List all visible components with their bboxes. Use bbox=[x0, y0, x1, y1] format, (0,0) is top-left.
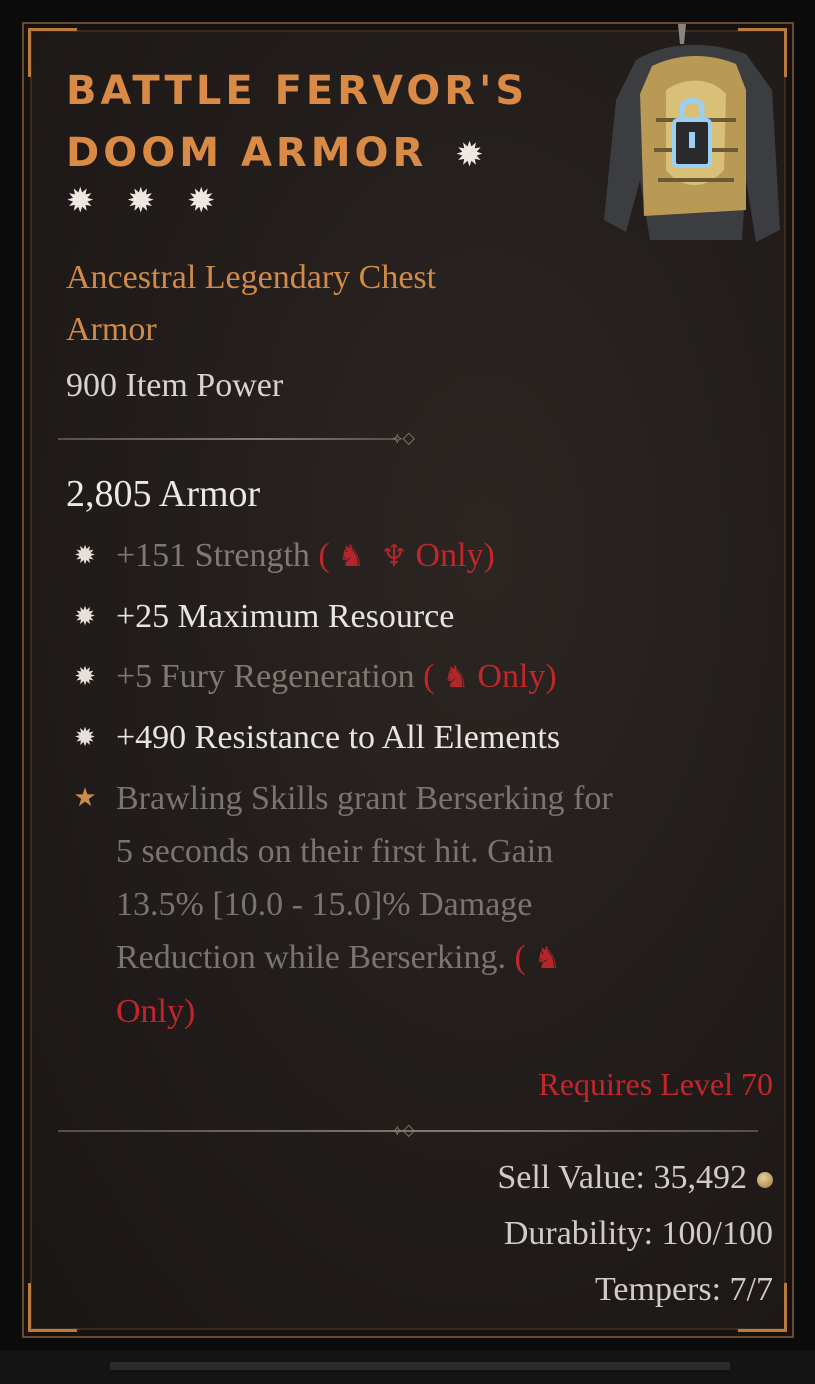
chest-armor-icon bbox=[604, 24, 780, 242]
corner-ornament-bottom-left bbox=[28, 1283, 77, 1332]
divider bbox=[58, 438, 398, 440]
greater-affix-star-icon: ✹ bbox=[455, 135, 488, 175]
item-power: 900 Item Power bbox=[66, 367, 284, 404]
star-icon: ✹ bbox=[126, 183, 156, 220]
druid-claw-icon: ♆ bbox=[380, 539, 408, 574]
item-type: Ancestral Legendary Chest Armor bbox=[66, 252, 586, 356]
item-type-line2: Armor bbox=[66, 311, 157, 348]
barbarian-helm-icon: ♞ bbox=[337, 539, 365, 574]
affix-bullet-icon: ✹ bbox=[74, 602, 96, 632]
item-name-line2: DOOM ARMOR bbox=[66, 130, 428, 176]
legendary-star-icon: ★ bbox=[73, 783, 97, 813]
level-requirement: Requires Level 70 bbox=[538, 1066, 773, 1102]
barbarian-helm-icon: ♞ bbox=[533, 941, 561, 976]
item-name: BATTLE FERVOR'S DOOM ARMOR ✹ bbox=[66, 60, 586, 186]
affix-bullet-icon: ✹ bbox=[74, 541, 96, 571]
star-icon: ✹ bbox=[66, 183, 95, 220]
barbarian-helm-icon: ♞ bbox=[442, 660, 470, 695]
divider-ornament: ⟡◇ bbox=[392, 1120, 415, 1139]
tempers: Tempers: 7/7 bbox=[595, 1271, 773, 1308]
durability: Durability: 100/100 bbox=[503, 1215, 773, 1252]
item-type-line1: Ancestral Legendary Chest bbox=[66, 259, 437, 296]
item-footer: Sell Value: 35,492 Durability: 100/100 T… bbox=[497, 1150, 773, 1318]
bottom-line bbox=[110, 1362, 730, 1370]
affix-fury-regeneration: ✹ +5 Fury Regeneration (♞ Only) bbox=[70, 651, 750, 704]
item-name-line1: BATTLE FERVOR'S bbox=[66, 68, 529, 114]
affix-strength: ✹ +151 Strength (♞ ♆ Only) bbox=[70, 530, 750, 583]
star-icon: ✹ bbox=[187, 183, 216, 220]
affix-resistance-all-elements: ✹ +490 Resistance to All Elements bbox=[70, 712, 750, 764]
legendary-aspect: ★ Brawling Skills grant Berserking for 5… bbox=[70, 772, 750, 1038]
sell-value: Sell Value: 35,492 bbox=[497, 1150, 773, 1206]
divider-ornament: ⟡◇ bbox=[392, 428, 415, 447]
affix-maximum-resource: ✹ +25 Maximum Resource bbox=[70, 591, 750, 643]
armor-value: 2,805 Armor bbox=[66, 473, 261, 515]
affix-bullet-icon: ✹ bbox=[74, 662, 96, 692]
gold-coin-icon bbox=[757, 1172, 773, 1189]
rarity-stars: ✹ ✹ ✹ bbox=[66, 182, 216, 222]
affix-bullet-icon: ✹ bbox=[74, 723, 96, 753]
affix-list: ✹ +151 Strength (♞ ♆ Only) ✹ +25 Maximum R… bbox=[70, 530, 750, 1038]
